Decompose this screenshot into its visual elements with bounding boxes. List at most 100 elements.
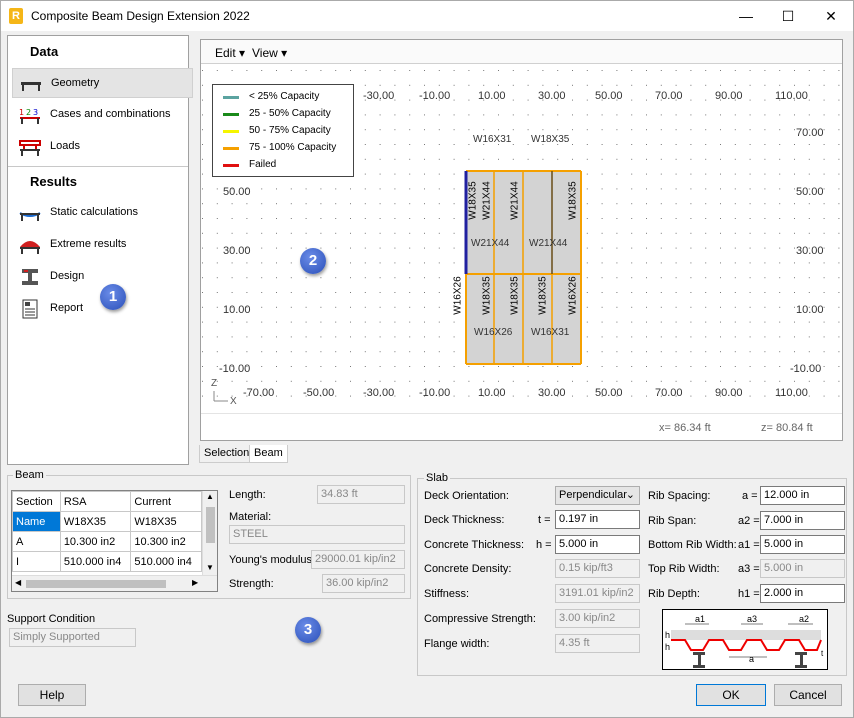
grid-dot — [468, 366, 470, 367]
legend-label: Failed — [249, 159, 277, 170]
nav-item-cases[interactable]: 123 Cases and combinations — [12, 100, 193, 130]
grid-dot — [675, 306, 677, 308]
grid-dot — [749, 114, 751, 116]
concrete-thickness-input[interactable]: 5.000 in — [555, 535, 640, 554]
table-cell-key[interactable]: Name — [12, 511, 61, 532]
edit-menu[interactable]: Edit ▾ — [215, 46, 245, 60]
vscroll-thumb[interactable] — [206, 507, 215, 543]
grid-dot — [409, 321, 411, 323]
table-cell-current[interactable]: 510.000 in4 — [130, 551, 202, 572]
cancel-button[interactable]: Cancel — [774, 684, 842, 706]
grid-dot — [246, 203, 248, 205]
legend-label: < 25% Capacity — [249, 91, 320, 102]
length-label: Length: — [229, 489, 266, 501]
view-menu[interactable]: View ▾ — [252, 46, 287, 60]
table-hscrollbar[interactable]: ◀ ▶ — [12, 575, 217, 591]
table-row[interactable]: I 510.000 in4 510.000 in4 — [12, 551, 202, 572]
grid-dot — [749, 99, 751, 101]
grid-dot — [660, 292, 662, 293]
table-cell-rsa[interactable]: W18X35 — [59, 511, 132, 532]
grid-dot — [246, 321, 248, 323]
table-vscrollbar[interactable]: ▲ ▼ — [202, 491, 217, 575]
grid-dot — [749, 158, 751, 160]
grid-dot — [616, 336, 618, 338]
grid-dot — [320, 277, 322, 279]
nav-item-extreme-results[interactable]: Extreme results — [12, 230, 193, 260]
scroll-down-icon[interactable]: ▼ — [206, 563, 214, 572]
tab-beam[interactable]: Beam — [249, 445, 288, 463]
table-row[interactable]: Name W18X35 W18X35 — [12, 511, 202, 532]
bottom-rib-width-input[interactable]: 5.000 in — [760, 535, 845, 554]
grid-dot — [483, 129, 485, 131]
edit-menu-label: Edit — [215, 46, 236, 60]
grid-dot — [290, 247, 292, 249]
grid-dot — [364, 218, 366, 219]
hscroll-thumb[interactable] — [26, 580, 166, 588]
grid-dot — [586, 158, 588, 160]
grid-dot — [305, 321, 307, 323]
nav-item-geometry[interactable]: Geometry — [12, 68, 193, 98]
section-table-container[interactable]: Section RSA Current Name W18X35 W18X35 A… — [11, 490, 218, 592]
grid-dot — [690, 144, 692, 145]
grid-dot — [246, 232, 248, 234]
grid-dot — [808, 114, 810, 116]
grid-dot — [601, 351, 603, 353]
nav-item-label: Extreme results — [50, 238, 127, 250]
grid-dot — [350, 203, 351, 205]
rib-span-input[interactable]: 7.000 in — [760, 511, 845, 530]
table-row[interactable]: A 10.300 in2 10.300 in2 — [12, 531, 202, 552]
axis-tick-right: 50.00 — [796, 186, 824, 198]
scroll-right-icon[interactable]: ▶ — [192, 578, 198, 587]
table-cell-current[interactable]: W18X35 — [130, 511, 202, 532]
grid-dot — [749, 336, 751, 338]
grid-dot — [261, 336, 263, 338]
maximize-icon[interactable]: ☐ — [773, 5, 803, 27]
close-icon[interactable]: ✕ — [816, 5, 846, 27]
grid-dot — [646, 395, 647, 397]
table-cell-key[interactable]: I — [12, 551, 61, 572]
deck-thickness-input[interactable]: 0.197 in — [555, 510, 640, 529]
grid-dot — [631, 306, 633, 308]
grid-dot — [720, 114, 721, 116]
grid-dot — [779, 188, 781, 190]
help-button[interactable]: Help — [18, 684, 86, 706]
grid-dot — [202, 114, 203, 116]
axis-tick-bottom: 90.00 — [715, 387, 743, 399]
grid-dot — [394, 99, 396, 101]
scroll-left-icon[interactable]: ◀ — [15, 578, 21, 587]
scroll-up-icon[interactable]: ▲ — [206, 492, 214, 501]
grid-dot — [616, 380, 618, 382]
nav-item-label: Static calculations — [50, 206, 139, 218]
svg-text:1: 1 — [19, 108, 24, 117]
ok-button[interactable]: OK — [696, 684, 766, 706]
table-cell-rsa[interactable]: 10.300 in2 — [59, 531, 132, 552]
grid-dot — [572, 70, 573, 71]
nav-item-loads[interactable]: Loads — [12, 132, 193, 162]
compressive-strength-field: 3.00 kip/in2 — [555, 609, 640, 628]
grid-dot — [453, 203, 455, 205]
grid-dot — [601, 144, 603, 145]
minimize-icon[interactable]: — — [731, 5, 761, 27]
grid-dot — [690, 203, 692, 205]
grid-dot — [320, 188, 322, 190]
grid-dot — [808, 158, 810, 160]
grid-dot — [749, 277, 751, 279]
grid-dot — [202, 70, 203, 71]
grid-dot — [734, 321, 736, 323]
table-cell-current[interactable]: 10.300 in2 — [130, 531, 202, 552]
nav-item-label: Geometry — [51, 77, 100, 89]
deck-orientation-select[interactable]: Perpendicular ⌄ — [555, 486, 640, 505]
grid-dot — [246, 262, 248, 264]
grid-dot — [779, 114, 781, 116]
grid-dot — [660, 129, 662, 131]
table-cell-rsa[interactable]: 510.000 in4 — [59, 551, 132, 572]
tab-selection[interactable]: Selection — [199, 445, 255, 463]
nav-item-label: Cases and combinations — [50, 108, 171, 120]
grid-dot — [409, 144, 411, 145]
rib-spacing-input[interactable]: 12.000 in — [760, 486, 845, 505]
nav-item-static-calculations[interactable]: Static calculations — [12, 198, 193, 228]
grid-dot — [468, 380, 470, 382]
table-cell-key[interactable]: A — [12, 531, 61, 552]
rib-depth-input[interactable]: 2.000 in — [760, 584, 845, 603]
grid-dot — [261, 306, 263, 308]
